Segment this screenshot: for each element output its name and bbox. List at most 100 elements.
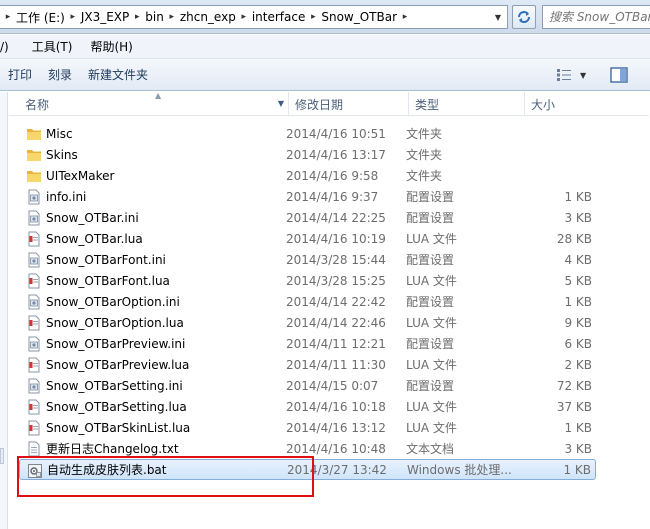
file-date: 2014/4/15 0:07 — [286, 378, 379, 393]
breadcrumb-chevron-icon[interactable]: ▸ — [397, 12, 413, 22]
change-view-button[interactable]: ▼ — [556, 66, 594, 84]
sort-ascending-icon: ▲ — [155, 91, 162, 100]
refresh-button[interactable] — [512, 5, 536, 29]
folder-icon — [26, 126, 42, 142]
file-row[interactable]: Snow_OTBarSetting.lua 2014/4/16 10:18 LUA … — [19, 396, 596, 417]
burn-button[interactable]: 刻录 — [40, 59, 80, 90]
column-header-size[interactable]: 大小 — [525, 92, 605, 116]
file-date: 2014/4/16 9:58 — [286, 168, 379, 183]
breadcrumb-item-zhcn-exp[interactable]: zhcn_exp — [180, 10, 236, 24]
breadcrumb-item-drive[interactable]: 工作 (E:) — [16, 9, 65, 26]
file-name: Snow_OTBarPreview.ini — [46, 336, 186, 351]
column-header-row: ▲ 名称 ▼ 修改日期 类型 大小 — [9, 91, 649, 116]
breadcrumb-chevron-icon[interactable]: ▸ — [164, 12, 180, 22]
file-size: 2 KB — [564, 357, 592, 372]
file-date: 2014/4/16 13:17 — [286, 147, 386, 162]
file-name: Snow_OTBarSetting.ini — [46, 378, 183, 393]
file-row[interactable]: Snow_OTBar.ini 2014/4/14 22:25 配置设置 3 KB — [19, 207, 596, 228]
file-size: 5 KB — [564, 273, 592, 288]
lua-file-icon — [26, 273, 42, 289]
view-details-icon — [557, 69, 571, 81]
file-row[interactable]: info.ini 2014/4/16 9:37 配置设置 1 KB — [19, 186, 596, 207]
column-header-name[interactable]: ▲ 名称 ▼ — [17, 91, 289, 116]
file-row[interactable]: Snow_OTBarPreview.ini 2014/4/11 12:21 配置设置… — [19, 333, 596, 354]
file-size: 6 KB — [564, 336, 592, 351]
file-row[interactable]: UITexMaker 2014/4/16 9:58 文件夹 — [19, 165, 596, 186]
column-header-type-label: 类型 — [415, 97, 440, 112]
breadcrumb-chevron-icon[interactable]: ▸ — [129, 12, 145, 22]
file-type: LUA 文件 — [406, 316, 457, 330]
breadcrumb-item-snow-otbar[interactable]: Snow_OTBar — [321, 10, 397, 24]
file-type: 配置设置 — [406, 190, 455, 204]
breadcrumb-chevron-icon[interactable]: ▸ — [305, 12, 321, 22]
file-date: 2014/4/14 22:25 — [286, 210, 386, 225]
file-type: 配置设置 — [406, 295, 455, 309]
file-name: Snow_OTBar.lua — [46, 231, 143, 246]
new-folder-button[interactable]: 新建文件夹 — [80, 59, 156, 90]
file-date: 2014/4/16 10:51 — [286, 126, 386, 141]
address-bar-row: ▸ 工作 (E:) ▸ JX3_EXP ▸ bin ▸ zhcn_exp ▸ i… — [0, 0, 650, 34]
file-date: 2014/4/16 10:48 — [286, 441, 386, 456]
column-header-date-label: 修改日期 — [295, 97, 344, 112]
menu-item-help[interactable]: 帮助(H) — [81, 35, 141, 58]
breadcrumb-chevron-icon[interactable]: ▸ — [65, 12, 81, 22]
address-history-dropdown-icon[interactable]: ▼ — [489, 6, 507, 28]
column-filter-dropdown-icon[interactable]: ▼ — [278, 99, 284, 108]
column-header-name-label: 名称 — [25, 97, 50, 112]
file-date: 2014/3/28 15:25 — [286, 273, 386, 288]
breadcrumb-item-jx3-exp[interactable]: JX3_EXP — [81, 10, 129, 24]
file-size: 9 KB — [564, 315, 592, 330]
file-row[interactable]: Misc 2014/4/16 10:51 文件夹 — [19, 123, 596, 144]
file-row[interactable]: Snow_OTBarFont.lua 2014/3/28 15:25 LUA 文件 5… — [19, 270, 596, 291]
file-type: 文件夹 — [406, 127, 443, 141]
file-name: Snow_OTBarOption.lua — [46, 315, 184, 330]
file-date: 2014/3/28 15:44 — [286, 252, 386, 267]
search-input[interactable] — [549, 10, 650, 24]
file-row[interactable]: Snow_OTBarOption.lua 2014/4/14 22:46 LUA 文… — [19, 312, 596, 333]
column-header-size-label: 大小 — [531, 97, 556, 112]
column-header-type[interactable]: 类型 — [409, 92, 525, 116]
file-type: 配置设置 — [406, 211, 455, 225]
view-dropdown-icon[interactable]: ▼ — [580, 71, 586, 80]
file-row[interactable]: Skins 2014/4/16 13:17 文件夹 — [19, 144, 596, 165]
file-row[interactable]: Snow_OTBar.lua 2014/4/16 10:19 LUA 文件 28 KB — [19, 228, 596, 249]
file-row[interactable]: Snow_OTBarPreview.lua 2014/4/11 11:30 LUA … — [19, 354, 596, 375]
menu-item-tools[interactable]: 工具(T) — [23, 35, 82, 58]
file-date: 2014/4/11 12:21 — [286, 336, 386, 351]
file-name: Snow_OTBarFont.ini — [46, 252, 166, 267]
file-row[interactable]: Snow_OTBarFont.ini 2014/3/28 15:44 配置设置 4 K… — [19, 249, 596, 270]
file-type: LUA 文件 — [406, 274, 457, 288]
file-size: 1 KB — [564, 294, 592, 309]
file-size: 3 KB — [564, 441, 592, 456]
preview-pane-button[interactable] — [610, 66, 630, 84]
folder-icon — [26, 168, 42, 184]
file-type: 文件夹 — [406, 148, 443, 162]
breadcrumb-chevron-icon[interactable]: ▸ — [236, 12, 252, 22]
address-bar[interactable]: ▸ 工作 (E:) ▸ JX3_EXP ▸ bin ▸ zhcn_exp ▸ i… — [0, 5, 508, 29]
file-row[interactable]: Snow_OTBarSetting.ini 2014/4/15 0:07 配置设置 7… — [19, 375, 596, 396]
breadcrumb-item-interface[interactable]: interface — [252, 10, 306, 24]
file-date: 2014/4/16 13:12 — [286, 420, 386, 435]
search-box[interactable] — [542, 5, 650, 29]
lua-file-icon — [26, 420, 42, 436]
file-name: Snow_OTBar.ini — [46, 210, 139, 225]
highlight-annotation — [17, 456, 314, 497]
ini-file-icon — [26, 294, 42, 310]
breadcrumb-item-bin[interactable]: bin — [145, 10, 164, 24]
file-name: Snow_OTBarSkinList.lua — [46, 420, 191, 435]
file-type: 配置设置 — [406, 337, 455, 351]
lua-file-icon — [26, 315, 42, 331]
column-header-date[interactable]: 修改日期 — [289, 92, 409, 116]
file-type: LUA 文件 — [406, 232, 457, 246]
breadcrumb-chevron-icon[interactable]: ▸ — [0, 12, 16, 22]
menu-item-view[interactable]: /) — [0, 35, 23, 58]
pane-resize-handle[interactable] — [0, 448, 4, 464]
file-type: LUA 文件 — [406, 421, 457, 435]
file-row[interactable]: Snow_OTBarOption.ini 2014/4/14 22:42 配置设置 1… — [19, 291, 596, 312]
file-name: Snow_OTBarSetting.lua — [46, 399, 187, 414]
file-type: Windows 批处理... — [407, 463, 512, 477]
ini-file-icon — [26, 336, 42, 352]
print-button[interactable]: 打印 — [0, 59, 40, 90]
file-row[interactable]: Snow_OTBarSkinList.lua 2014/4/16 13:12 LUA… — [19, 417, 596, 438]
preview-pane-icon — [610, 67, 628, 83]
